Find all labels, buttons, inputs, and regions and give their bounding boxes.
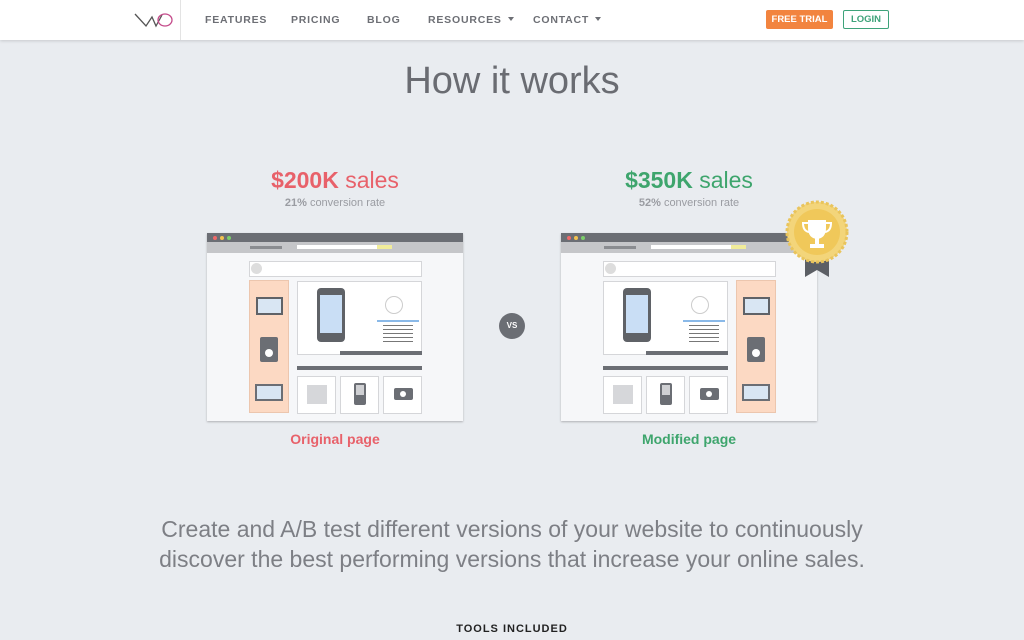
url-field [297,245,377,249]
text-line [689,337,719,338]
site-logo [251,263,262,274]
window-dot [574,236,578,240]
text-line [689,333,719,334]
text-line [383,333,413,334]
camera-card [689,376,728,414]
player-card [646,376,685,414]
phone-screen [320,295,342,333]
phone-screen [626,295,648,333]
conv-text: conversion rate [309,197,386,209]
modified-sales: $350K sales [539,167,839,194]
tab-label [250,246,282,249]
price-badge [385,296,403,314]
tab-label [604,246,636,249]
text-line [383,337,413,338]
url-field [651,245,731,249]
site-logo [605,263,616,274]
text-line [383,341,413,342]
original-sales: $200K sales [185,167,485,194]
vs-badge: VS [499,313,525,339]
tshirt-card [297,376,336,414]
nav-label: RESOURCES [428,14,502,26]
window-dot [213,236,217,240]
top-nav: FEATURES PRICING BLOG RESOURCES CONTACT … [0,0,1024,40]
camera-lens [400,391,406,397]
site-header [603,261,776,277]
monitor-icon [256,297,283,315]
text-line [383,325,413,326]
browser-titlebar [207,233,463,242]
window-dot [227,236,231,240]
section-bar [603,366,728,370]
nav-label: PRICING [291,14,341,26]
login-button[interactable]: LOGIN [843,10,889,29]
vwo-logo[interactable] [134,11,174,29]
nav-features[interactable]: FEATURES [205,14,267,26]
sales-word: sales [345,167,399,193]
player-screen [356,385,364,395]
laptop-icon [742,384,770,401]
price-badge [691,296,709,314]
nav-resources[interactable]: RESOURCES [428,14,514,26]
tshirt-icon [613,385,633,404]
player-screen [662,385,670,395]
description: Create and A/B test different versions o… [159,516,865,572]
nav-contact[interactable]: CONTACT [533,14,602,26]
text-line [689,325,719,326]
section-bar [297,366,422,370]
trophy-badge-icon [785,200,849,277]
free-trial-button[interactable]: FREE TRIAL [766,10,833,29]
text-line [689,329,719,330]
window-dot [567,236,571,240]
player-card [340,376,379,414]
nav-label: BLOG [367,14,401,26]
browser-titlebar [561,233,817,242]
hero-footer-bar [646,351,728,355]
amount: $350K [625,167,693,193]
amount: $200K [271,167,339,193]
caret-down-icon [595,17,602,21]
original-page-mockup [207,233,463,421]
hero-panel [603,281,728,355]
hero-panel [297,281,422,355]
price-line [377,320,419,322]
hero-footer-bar [340,351,422,355]
divider [180,0,181,40]
monitor-icon [743,297,770,315]
speaker-cone [265,349,273,357]
nav-label: FEATURES [205,14,268,26]
nav-blog[interactable]: BLOG [367,14,401,26]
modified-page-caption: Modified page [641,431,737,447]
search-button [731,245,746,249]
window-dot [220,236,224,240]
text-line [383,329,413,330]
camera-card [383,376,422,414]
text-line [689,341,719,342]
tshirt-card [603,376,642,414]
nav-label: CONTACT [533,14,590,26]
tshirt-icon [307,385,327,404]
original-page-caption: Original page [290,431,380,447]
speaker-cone [752,349,760,357]
price-line [683,320,725,322]
pct: 21% [284,197,307,209]
search-button [377,245,392,249]
camera-lens [706,391,712,397]
pct: 52% [638,197,661,209]
nav-pricing[interactable]: PRICING [291,14,340,26]
tools-included-heading: TOOLS INCLUDED [456,623,568,635]
modified-page-mockup [561,233,817,421]
site-header [249,261,422,277]
sales-word: sales [699,167,753,193]
window-dot [581,236,585,240]
conv-text: conversion rate [663,197,740,209]
caret-down-icon [507,17,514,21]
laptop-icon [255,384,283,401]
page-title: How it works [404,60,620,102]
original-conversion: 21% conversion rate [185,197,485,209]
